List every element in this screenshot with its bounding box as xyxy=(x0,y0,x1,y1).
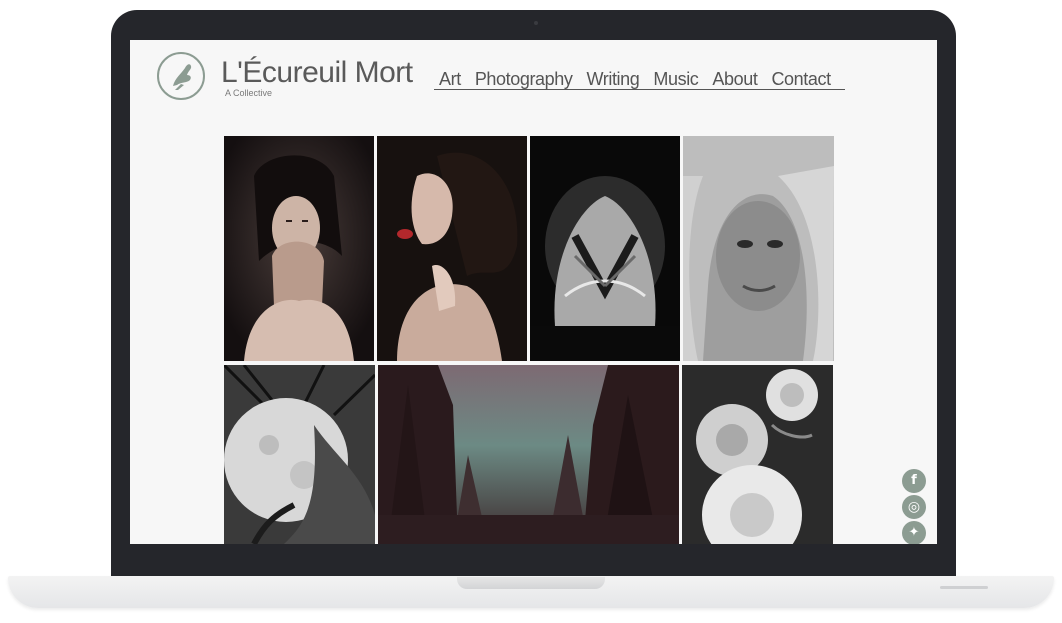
laptop-base-slot xyxy=(940,586,988,589)
nav-link-photography[interactable]: Photography xyxy=(475,69,573,89)
main-nav: Art Photography Writing Music About Cont… xyxy=(434,68,845,90)
nav-link-music[interactable]: Music xyxy=(653,69,698,89)
gallery-image-profile-red-lips[interactable] xyxy=(377,136,527,361)
gallery-image-white-roses[interactable] xyxy=(682,365,833,544)
nav-link-art[interactable]: Art xyxy=(439,69,461,89)
webcam xyxy=(534,21,538,25)
facebook-icon[interactable]: f xyxy=(902,469,926,493)
gallery-image-hands-over-face[interactable] xyxy=(530,136,680,361)
instagram-icon[interactable]: ◎ xyxy=(902,495,926,519)
website-screen: L'Écureuil Mort A Collective Art Photogr… xyxy=(130,40,937,544)
nav-link-about[interactable]: About xyxy=(712,69,757,89)
site-tagline: A Collective xyxy=(225,88,273,98)
laptop-opening-notch xyxy=(457,577,605,589)
gallery-image-portrait-hands[interactable] xyxy=(224,136,374,361)
twitter-icon[interactable]: ✦ xyxy=(902,521,926,544)
nav-link-contact[interactable]: Contact xyxy=(771,69,831,89)
nav-link-writing[interactable]: Writing xyxy=(587,69,640,89)
gallery-image-blonde-portrait[interactable] xyxy=(683,136,834,361)
gallery-image-misty-forest[interactable] xyxy=(378,365,679,544)
gallery-image-moon-branches[interactable] xyxy=(224,365,375,544)
squirrel-logo-icon[interactable] xyxy=(157,52,205,100)
site-title[interactable]: L'Écureuil Mort xyxy=(221,56,413,90)
